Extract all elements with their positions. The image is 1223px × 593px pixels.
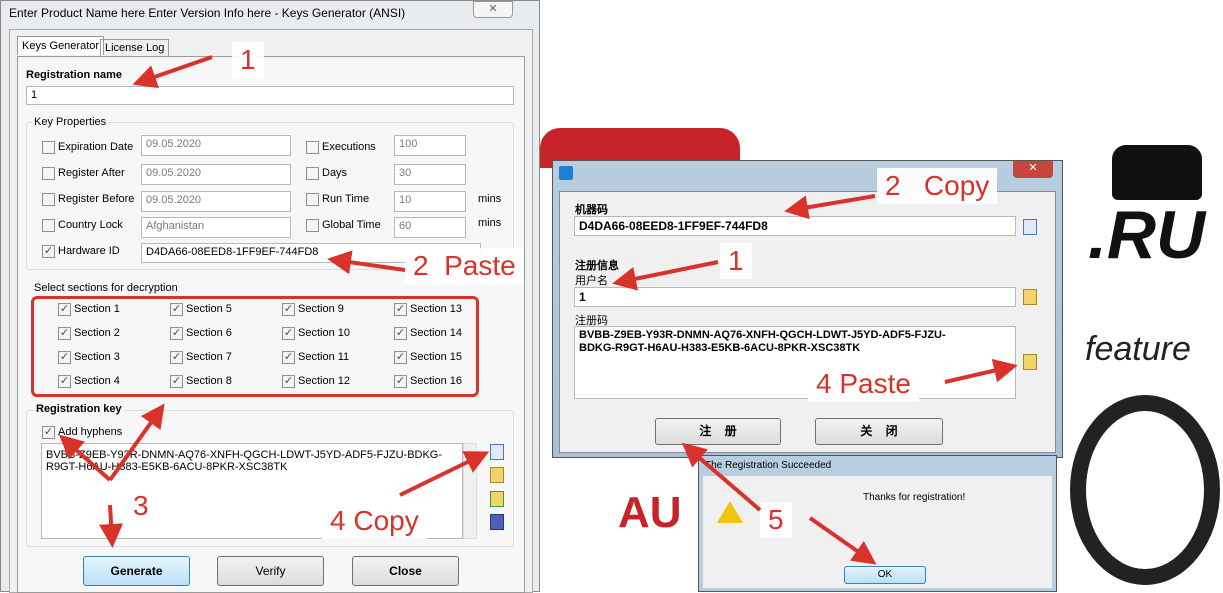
- arrow-2-paste: [327, 250, 406, 275]
- arrow-4-paste: [944, 358, 1018, 384]
- arrow-1-user: [612, 260, 719, 291]
- arrow-3b: [59, 434, 112, 482]
- arrow-1: [132, 55, 213, 89]
- arrow-5a: [681, 442, 762, 512]
- arrow-3a: [108, 403, 165, 482]
- arrow-4-copy: [399, 451, 490, 497]
- arrow-5b: [808, 516, 877, 565]
- annotation-arrows: [59, 55, 1018, 565]
- arrow-3c: [99, 504, 124, 548]
- arrow-2-copy: [784, 194, 876, 220]
